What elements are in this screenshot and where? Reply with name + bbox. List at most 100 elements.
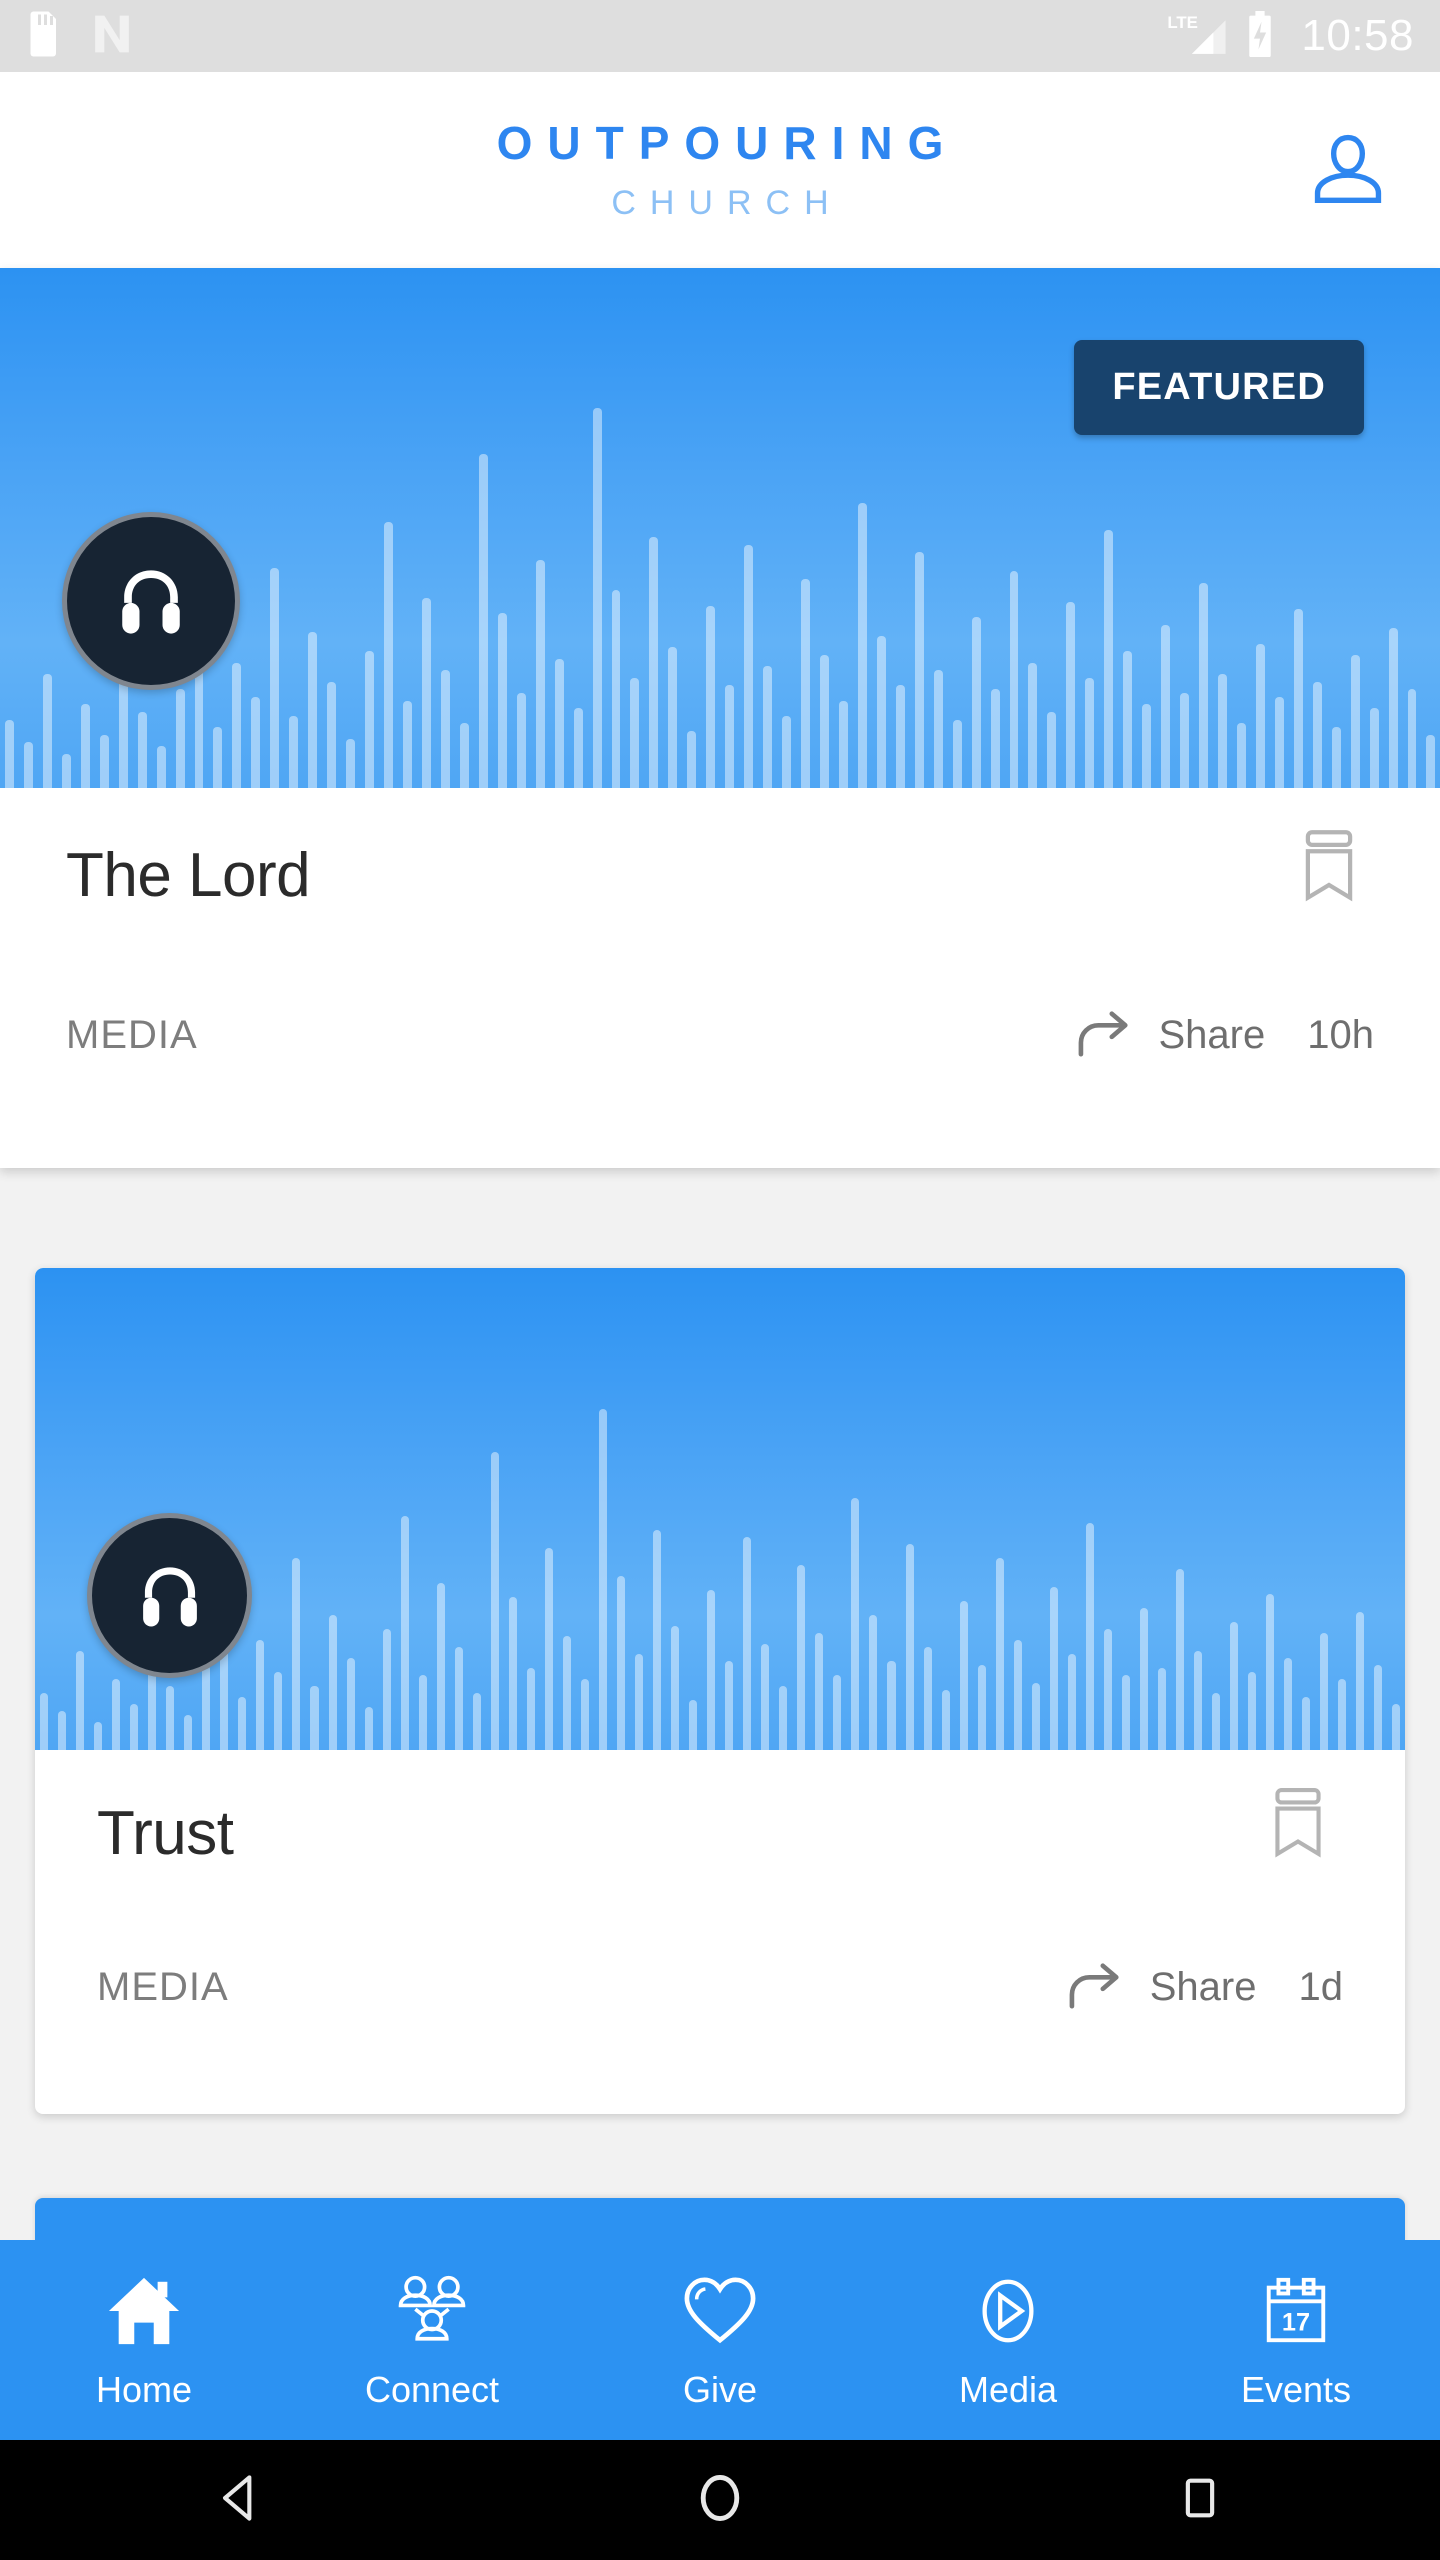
waveform-bar <box>1066 601 1076 788</box>
system-back-button[interactable] <box>140 2440 340 2560</box>
nav-label-home: Home <box>95 2369 193 2410</box>
waveform-bar <box>94 1721 103 1750</box>
waveform-bar <box>1139 1608 1148 1750</box>
waveform-bar <box>1199 582 1208 788</box>
waveform-bar <box>763 666 773 788</box>
waveform-bar <box>819 655 829 788</box>
waveform-bar <box>617 1576 626 1750</box>
card2-age: 1d <box>1298 1965 1344 2009</box>
waveform-bar <box>382 1629 391 1750</box>
featured-media-card[interactable]: FEATURED The Lord MEDIA Share 10h <box>0 268 1440 1168</box>
waveform-bar <box>1085 677 1095 788</box>
waveform-bar <box>1274 696 1284 788</box>
system-home-button[interactable] <box>620 2440 820 2560</box>
battery-charging-icon <box>1245 10 1275 62</box>
waveform-bar <box>166 1686 175 1750</box>
logo-secondary-text: CHURCH <box>611 184 843 222</box>
featured-badge: FEATURED <box>1074 340 1364 435</box>
waveform-bar <box>1356 1611 1365 1750</box>
waveform-bar <box>292 1558 301 1750</box>
waveform-bar <box>876 636 886 788</box>
waveform-bar <box>707 1590 716 1750</box>
media-card-trust[interactable]: Trust MEDIA Share 1d <box>35 1268 1405 2114</box>
waveform-bar <box>1157 1668 1166 1750</box>
headphones-icon <box>87 1513 252 1678</box>
share-button[interactable]: Share <box>1066 1958 1257 2017</box>
waveform-bar <box>112 1679 121 1750</box>
waveform-bar <box>346 1657 355 1750</box>
waveform-bar <box>562 1636 571 1750</box>
waveform-bar <box>346 738 356 788</box>
bottom-navigation-bar: Home Connect Give Media 17 Events <box>0 2240 1440 2440</box>
system-recents-button[interactable] <box>1100 2440 1300 2560</box>
nav-item-media[interactable]: Media <box>864 2240 1152 2440</box>
nav-label-events: Events <box>1240 2369 1352 2410</box>
waveform-bar <box>384 522 394 788</box>
waveform-bar <box>1194 1650 1203 1750</box>
waveform-bar <box>977 1664 986 1750</box>
waveform-bar <box>869 1615 878 1750</box>
waveform-bar <box>1293 609 1303 788</box>
waveform-bar <box>671 1625 680 1750</box>
waveform-bar <box>308 632 318 788</box>
bookmark-button[interactable] <box>1284 828 1374 918</box>
share-button[interactable]: Share <box>1075 1006 1266 1065</box>
waveform-bar <box>857 503 867 788</box>
waveform-bar <box>995 1558 1004 1750</box>
logo-primary-text: OUTPOURING <box>496 117 959 169</box>
waveform-bar <box>421 598 431 788</box>
status-bar-left-icons <box>26 11 136 62</box>
featured-meta-right: Share 10h <box>1075 1006 1374 1065</box>
heart-icon <box>680 2269 760 2353</box>
waveform-bar <box>364 1707 373 1750</box>
waveform-bar <box>436 1583 445 1750</box>
waveform-bar <box>1374 1664 1383 1750</box>
waveform-bar <box>403 700 412 788</box>
waveform-bar <box>472 1693 481 1750</box>
featured-card-meta: MEDIA Share 10h <box>66 1006 1374 1065</box>
bookmark-button[interactable] <box>1253 1786 1343 1876</box>
waveform-bar <box>933 670 943 788</box>
nav-item-connect[interactable]: Connect <box>288 2240 576 2440</box>
waveform-bar <box>1175 1568 1184 1750</box>
nav-item-give[interactable]: Give <box>576 2240 864 2440</box>
waveform-bar <box>1212 1693 1221 1750</box>
waveform-bar <box>76 1650 85 1750</box>
waveform-bar <box>941 1689 950 1750</box>
profile-button[interactable] <box>1300 122 1396 218</box>
waveform-bar <box>706 605 716 788</box>
waveform-bar <box>1388 628 1398 788</box>
nav-item-events[interactable]: 17 Events <box>1152 2240 1440 2440</box>
headphones-icon <box>62 512 240 690</box>
waveform-bar <box>554 658 564 788</box>
waveform-bar <box>544 1547 553 1750</box>
app-screen: LTE 10:58 OUTPOURING CHURCH FEATURED The… <box>0 0 1440 2560</box>
calendar-icon: 17 <box>1256 2269 1336 2353</box>
waveform-bar <box>99 734 109 788</box>
waveform-bar <box>905 1544 914 1750</box>
share-label: Share <box>1158 1013 1266 1057</box>
waveform-bar <box>573 708 583 788</box>
waveform-bar <box>80 704 90 788</box>
waveform-bar <box>418 1675 427 1750</box>
waveform-bar <box>1121 1675 1130 1750</box>
waveform-bar <box>1236 723 1246 788</box>
waveform-bar <box>202 1664 211 1750</box>
waveform-bar <box>516 693 526 788</box>
waveform-bar <box>1049 1586 1058 1750</box>
waveform-bar <box>959 1600 968 1750</box>
waveform-bar <box>274 1671 283 1750</box>
waveform-bar <box>40 1693 49 1750</box>
featured-title: The Lord <box>66 841 311 910</box>
waveform-bar <box>251 696 261 788</box>
waveform-bar <box>580 1679 589 1750</box>
waveform-bar <box>1161 624 1171 788</box>
waveform-bar <box>689 1700 698 1750</box>
nav-item-home[interactable]: Home <box>0 2240 288 2440</box>
waveform-bar <box>649 537 659 788</box>
waveform-bar <box>761 1643 770 1750</box>
svg-text:LTE: LTE <box>1168 12 1199 31</box>
waveform-bar <box>1031 1682 1040 1750</box>
waveform-bar <box>653 1529 662 1750</box>
card2-hero-image <box>35 1268 1405 1750</box>
